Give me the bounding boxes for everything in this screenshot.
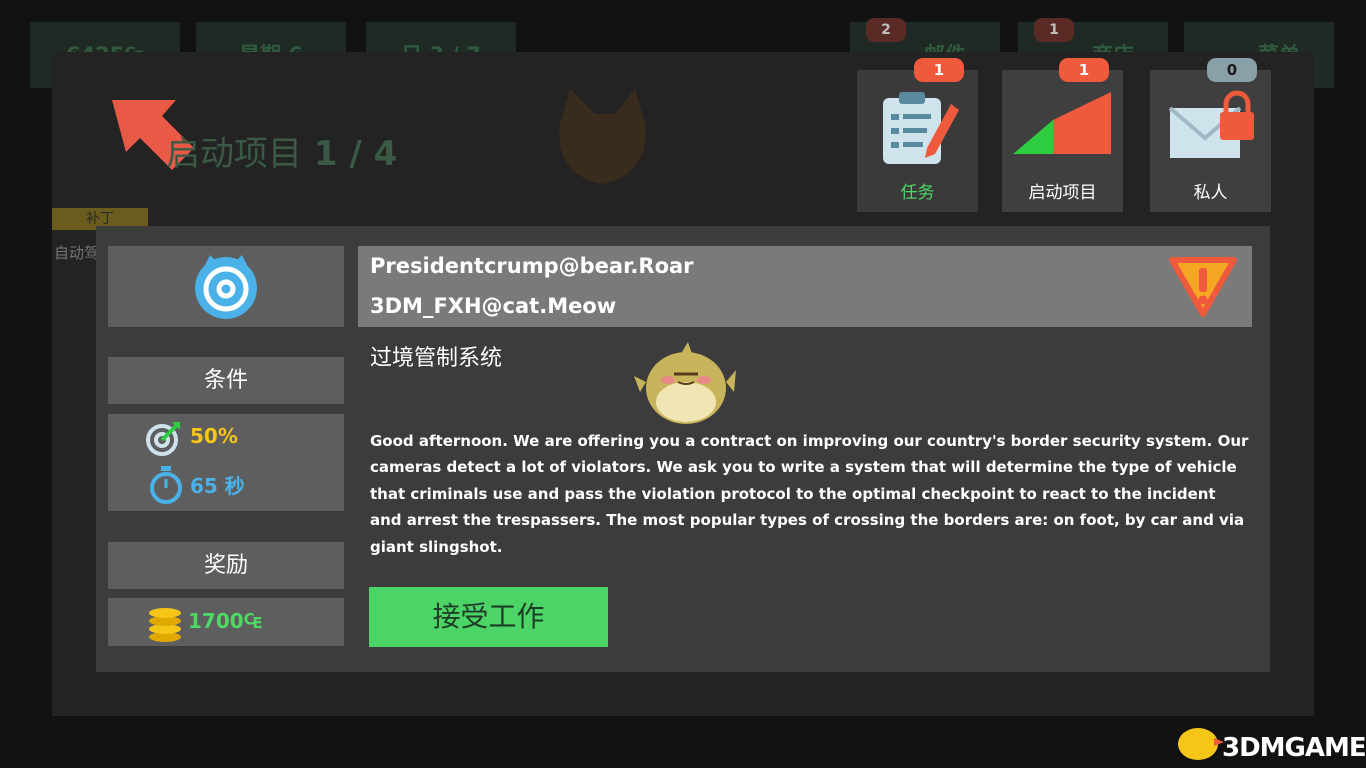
tab-private[interactable]: 私人 0 xyxy=(1150,58,1271,212)
mail-body: Good afternoon. We are offering you a co… xyxy=(370,432,1249,556)
tab-private-label: 私人 xyxy=(1193,183,1228,203)
tab-tasks-label: 任务 xyxy=(900,183,935,203)
reward-box: 1700₠ xyxy=(108,598,344,646)
sender-avatar-box xyxy=(108,246,344,327)
tab-tasks[interactable]: 任务 1 xyxy=(857,58,978,212)
warning-triangle-icon xyxy=(1169,257,1237,317)
mail-to: 3DM_FXH@cat.Meow xyxy=(370,294,617,318)
reward-title: 奖励 xyxy=(108,542,344,589)
tab-startup-badge: 1 xyxy=(1059,58,1109,82)
mail-from: Presidentcrump@bear.Roar xyxy=(370,254,694,278)
hud-mail-badge: 2 xyxy=(866,18,906,42)
accuracy-target-icon xyxy=(146,422,180,456)
mail-subject: 过境管制系统 xyxy=(370,346,503,371)
watermark-bird-icon xyxy=(1178,728,1224,760)
conditions-box: 50% 65 秒 xyxy=(108,414,344,511)
clipboard-pencil-icon xyxy=(882,92,959,164)
accept-job-button[interactable]: 接受工作 xyxy=(369,587,608,647)
coin-stack-icon xyxy=(149,608,181,642)
background-startup-title: 启动项目 1 / 4 xyxy=(166,134,398,174)
tab-startup-label: 启动项目 xyxy=(1028,183,1097,203)
cat-at-sign-icon xyxy=(195,255,257,319)
conditions-title: 条件 xyxy=(108,357,344,404)
reward-amount: 1700₠ xyxy=(188,609,263,633)
background-auto-label: 自动驾 xyxy=(54,244,100,262)
hud-shop-badge: 1 xyxy=(1034,18,1074,42)
rising-chart-icon xyxy=(1012,92,1111,154)
tab-private-badge: 0 xyxy=(1207,58,1257,82)
mail-header: Presidentcrump@bear.Roar 3DM_FXH@cat.Meo… xyxy=(358,246,1252,327)
watermark-text: 3DMGAME xyxy=(1222,733,1366,763)
accuracy-value: 50% xyxy=(190,424,238,448)
background-cat-icon xyxy=(559,89,646,184)
tab-startup-projects[interactable]: 启动项目 1 xyxy=(1002,58,1123,212)
stopwatch-icon xyxy=(150,466,182,504)
time-limit-value: 65 秒 xyxy=(190,474,245,498)
tab-tasks-badge: 1 xyxy=(914,58,964,82)
bird-mascot-icon xyxy=(634,342,736,424)
locked-envelope-icon xyxy=(1168,90,1254,158)
